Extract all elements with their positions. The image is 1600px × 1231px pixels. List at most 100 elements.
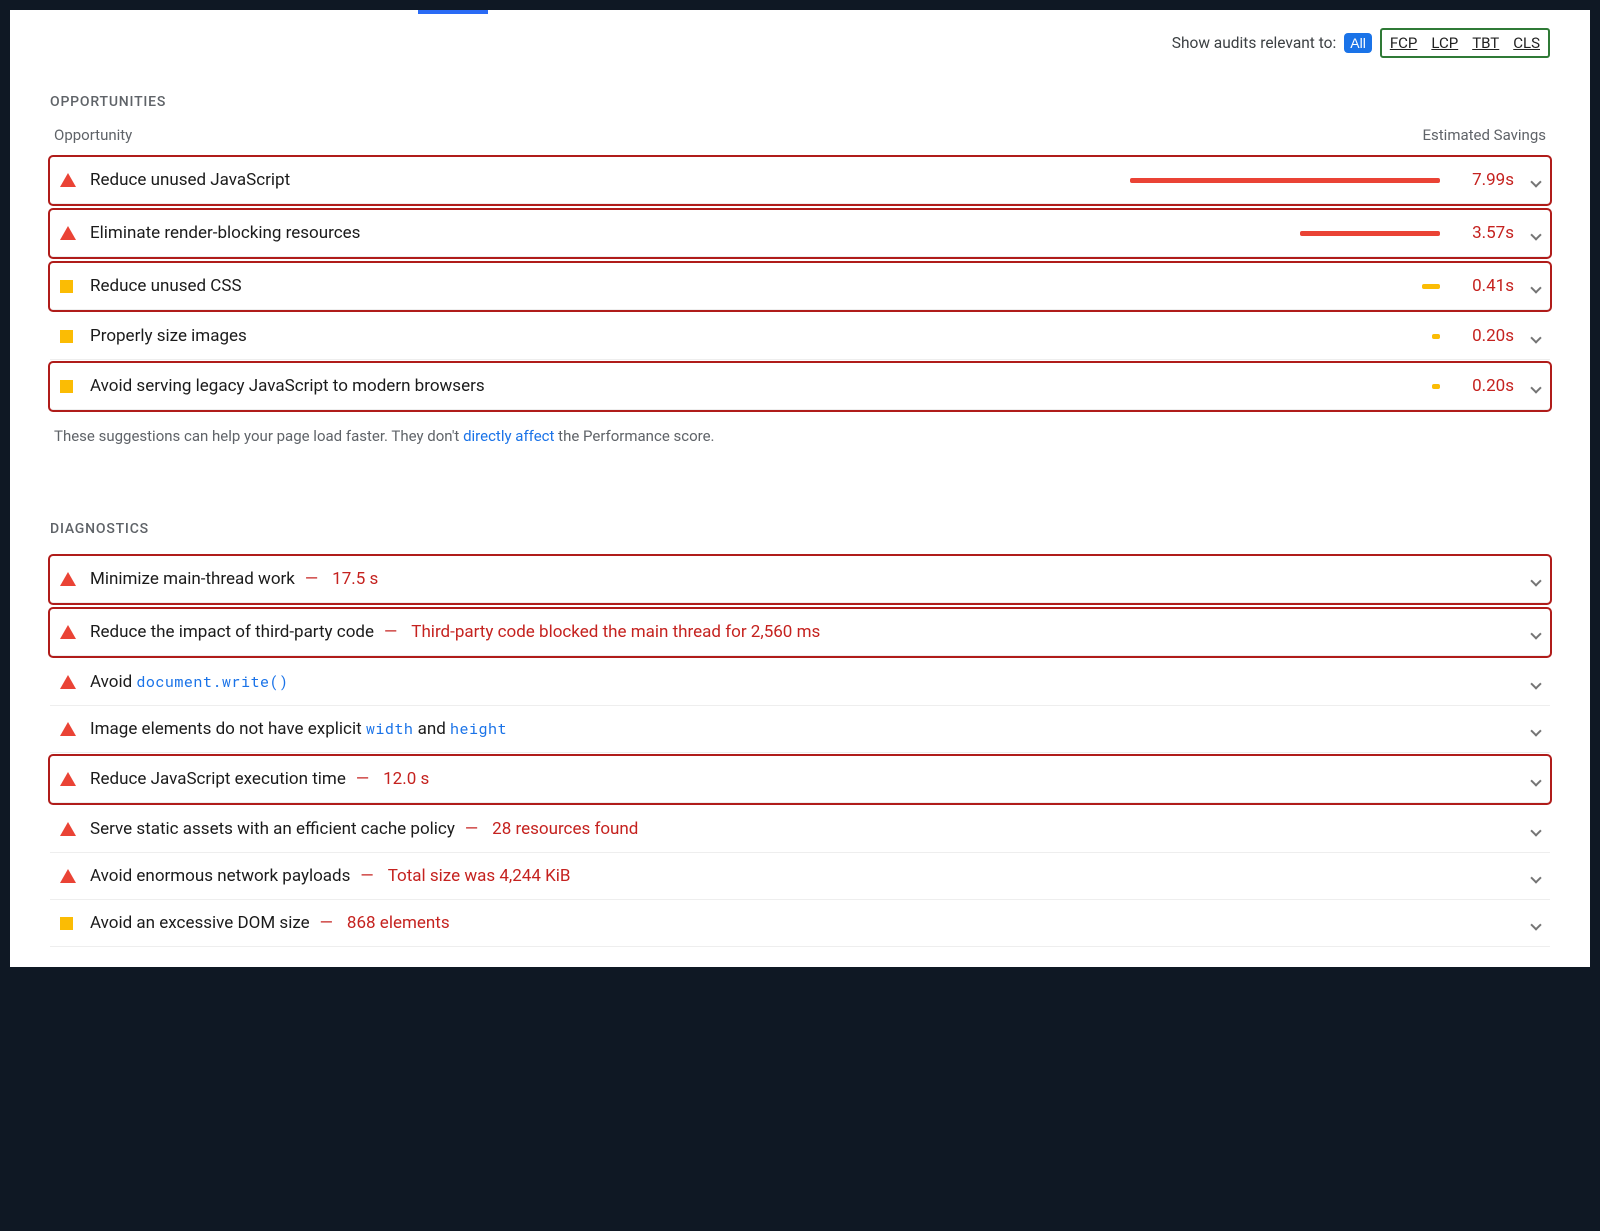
estimated-savings: 0.20s bbox=[1458, 326, 1514, 346]
chevron-down-icon bbox=[1530, 176, 1541, 187]
opportunities-footnote: These suggestions can help your page loa… bbox=[50, 413, 1550, 445]
warn-square-icon bbox=[60, 380, 90, 393]
expand-chevron[interactable] bbox=[1514, 570, 1540, 589]
diagnostic-detail: Third-party code blocked the main thread… bbox=[411, 622, 820, 642]
col-opportunity: Opportunity bbox=[54, 126, 132, 144]
expand-chevron[interactable] bbox=[1514, 224, 1540, 243]
fail-triangle-icon bbox=[60, 173, 90, 187]
opportunities-list: Reduce unused JavaScript7.99s Eliminate r… bbox=[50, 154, 1550, 413]
footnote-link[interactable]: directly affect bbox=[463, 427, 554, 445]
warn-square-icon bbox=[60, 330, 90, 343]
savings-bar bbox=[1130, 178, 1440, 183]
diagnostic-title-wrap: Avoid an excessive DOM size—868 elements bbox=[90, 913, 1514, 933]
opportunity-row[interactable]: Reduce unused JavaScript7.99s bbox=[50, 157, 1550, 204]
diagnostic-title-wrap: Avoid enormous network payloads — Total si… bbox=[90, 866, 1514, 886]
estimated-savings: 0.20s bbox=[1458, 376, 1514, 396]
filter-tbt[interactable]: TBT bbox=[1472, 34, 1499, 52]
opportunity-title: Properly size images bbox=[90, 326, 247, 346]
expand-chevron[interactable] bbox=[1514, 770, 1540, 789]
diagnostic-title: Reduce the impact of third-party code bbox=[90, 622, 374, 642]
diagnostic-detail: 12.0 s bbox=[383, 769, 429, 789]
chevron-down-icon bbox=[1530, 872, 1541, 883]
fail-triangle-icon bbox=[60, 722, 90, 736]
expand-chevron[interactable] bbox=[1514, 171, 1540, 190]
opportunities-heading: OPPORTUNITIES bbox=[50, 94, 1550, 110]
diagnostic-detail: Total size was 4,244 KiB bbox=[388, 866, 571, 886]
diagnostic-title: Image elements do not have explicit widt… bbox=[90, 719, 507, 739]
opportunities-table-head: Opportunity Estimated Savings bbox=[50, 126, 1550, 154]
opportunity-row[interactable]: Reduce unused CSS0.41s bbox=[50, 263, 1550, 310]
chevron-down-icon bbox=[1530, 825, 1541, 836]
expand-chevron[interactable] bbox=[1514, 914, 1540, 933]
dash-separator: — bbox=[305, 569, 318, 589]
expand-chevron[interactable] bbox=[1514, 277, 1540, 296]
filter-label: Show audits relevant to: bbox=[1172, 34, 1337, 52]
diagnostic-row[interactable]: Avoid an excessive DOM size—868 elements bbox=[50, 900, 1550, 947]
chevron-down-icon bbox=[1530, 282, 1541, 293]
chevron-down-icon bbox=[1530, 382, 1541, 393]
opportunity-row[interactable]: Eliminate render-blocking resources3.57s bbox=[50, 210, 1550, 257]
chevron-down-icon bbox=[1530, 725, 1541, 736]
col-savings: Estimated Savings bbox=[1423, 126, 1547, 144]
diagnostic-row[interactable]: Reduce JavaScript execution time — 12.0 s bbox=[50, 756, 1550, 803]
active-tab-indicator bbox=[418, 10, 488, 14]
savings-bar-container bbox=[485, 384, 1458, 389]
opportunity-title: Eliminate render-blocking resources bbox=[90, 223, 360, 243]
dash-separator: — bbox=[320, 913, 333, 933]
expand-chevron[interactable] bbox=[1514, 377, 1540, 396]
fail-triangle-icon bbox=[60, 869, 90, 883]
code-keyword: document.write() bbox=[136, 672, 288, 692]
diagnostic-detail: 28 resources found bbox=[492, 819, 638, 839]
code-keyword: height bbox=[450, 719, 507, 739]
dash-separator: — bbox=[360, 866, 373, 886]
expand-chevron[interactable] bbox=[1514, 327, 1540, 346]
savings-bar-container bbox=[247, 334, 1458, 339]
diagnostic-row[interactable]: Avoid enormous network payloads — Total si… bbox=[50, 853, 1550, 900]
filter-cls[interactable]: CLS bbox=[1513, 34, 1540, 52]
diagnostic-title-wrap: Avoid document.write() bbox=[90, 672, 1514, 692]
diagnostic-row[interactable]: Serve static assets with an efficient ca… bbox=[50, 806, 1550, 853]
diagnostic-row[interactable]: Avoid document.write() bbox=[50, 659, 1550, 706]
opportunity-row[interactable]: Avoid serving legacy JavaScript to moder… bbox=[50, 363, 1550, 410]
opportunity-title: Reduce unused CSS bbox=[90, 276, 242, 296]
diagnostic-title: Avoid an excessive DOM size bbox=[90, 913, 310, 933]
diagnostic-title-wrap: Serve static assets with an efficient ca… bbox=[90, 819, 1514, 839]
footnote-pre: These suggestions can help your page loa… bbox=[54, 427, 463, 445]
filter-all-button[interactable]: All bbox=[1344, 33, 1372, 53]
footnote-post: the Performance score. bbox=[554, 427, 714, 445]
opportunity-row[interactable]: Properly size images 0.20s bbox=[50, 313, 1550, 360]
filter-metrics-group: FCP LCP TBT CLS bbox=[1380, 28, 1550, 58]
expand-chevron[interactable] bbox=[1514, 673, 1540, 692]
diagnostic-title: Reduce JavaScript execution time bbox=[90, 769, 346, 789]
expand-chevron[interactable] bbox=[1514, 623, 1540, 642]
savings-bar-container bbox=[290, 178, 1458, 183]
diagnostic-title-wrap: Image elements do not have explicit widt… bbox=[90, 719, 1514, 739]
filter-lcp[interactable]: LCP bbox=[1431, 34, 1458, 52]
diagnostic-title: Minimize main-thread work bbox=[90, 569, 295, 589]
diagnostic-row[interactable]: Reduce the impact of third-party code — Th… bbox=[50, 609, 1550, 656]
expand-chevron[interactable] bbox=[1514, 720, 1540, 739]
diagnostics-list: Minimize main-thread work—17.5 sReduce t… bbox=[50, 553, 1550, 947]
diagnostic-row[interactable]: Minimize main-thread work—17.5 s bbox=[50, 556, 1550, 603]
diagnostic-title-wrap: Reduce JavaScript execution time — 12.0 s bbox=[90, 769, 1514, 789]
chevron-down-icon bbox=[1530, 919, 1541, 930]
diagnostic-title-wrap: Minimize main-thread work—17.5 s bbox=[90, 569, 1514, 589]
filter-fcp[interactable]: FCP bbox=[1390, 34, 1418, 52]
estimated-savings: 7.99s bbox=[1458, 170, 1514, 190]
diagnostic-row[interactable]: Image elements do not have explicit widt… bbox=[50, 706, 1550, 753]
diagnostic-title: Avoid document.write() bbox=[90, 672, 288, 692]
chevron-down-icon bbox=[1530, 229, 1541, 240]
savings-bar-container bbox=[360, 231, 1458, 236]
fail-triangle-icon bbox=[60, 822, 90, 836]
expand-chevron[interactable] bbox=[1514, 867, 1540, 886]
opportunity-title: Avoid serving legacy JavaScript to moder… bbox=[90, 376, 485, 396]
code-keyword: width bbox=[366, 719, 414, 739]
dash-separator: — bbox=[384, 622, 397, 642]
chevron-down-icon bbox=[1530, 332, 1541, 343]
diagnostic-title: Avoid enormous network payloads bbox=[90, 866, 350, 886]
fail-triangle-icon bbox=[60, 572, 90, 586]
lighthouse-panel: Show audits relevant to: All FCP LCP TBT… bbox=[10, 10, 1590, 967]
expand-chevron[interactable] bbox=[1514, 820, 1540, 839]
savings-bar bbox=[1422, 284, 1440, 289]
dash-separator: — bbox=[356, 769, 369, 789]
